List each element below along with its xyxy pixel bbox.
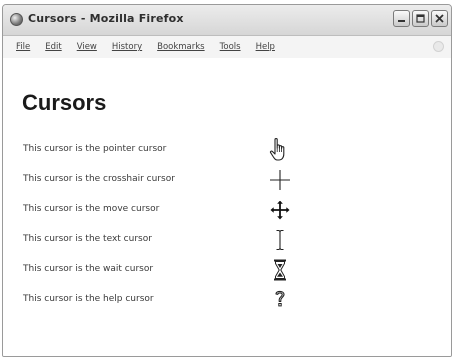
throbber-icon	[433, 41, 444, 52]
cursor-row-move: This cursor is the move cursor	[23, 199, 323, 221]
cursor-row-help: This cursor is the help cursor	[23, 290, 323, 311]
row-label: This cursor is the text cursor	[23, 234, 152, 244]
firefox-icon	[10, 13, 23, 26]
cursor-row-wait: This cursor is the wait cursor	[23, 259, 323, 281]
page-content: Cursors This cursor is the pointer curso…	[3, 58, 451, 356]
row-label: This cursor is the pointer cursor	[23, 144, 167, 154]
hourglass-icon	[268, 257, 292, 283]
menu-bar: File Edit View History Bookmarks Tools H…	[3, 36, 451, 59]
cursor-row-text: This cursor is the text cursor	[23, 229, 323, 251]
move-icon	[268, 197, 292, 223]
cursor-row-crosshair: This cursor is the crosshair cursor	[23, 170, 323, 191]
row-label: This cursor is the help cursor	[23, 294, 154, 304]
menu-help[interactable]: Help	[249, 40, 282, 54]
text-ibeam-icon	[268, 227, 292, 253]
title-bar[interactable]: Cursors - Mozilla Firefox	[3, 5, 451, 36]
row-label: This cursor is the wait cursor	[23, 264, 154, 274]
window-controls	[393, 10, 448, 27]
minimize-icon	[398, 20, 405, 22]
maximize-icon	[416, 14, 425, 23]
close-icon	[435, 14, 444, 23]
row-label: This cursor is the crosshair cursor	[23, 174, 175, 184]
minimize-button[interactable]	[393, 10, 410, 27]
page-title: Cursors	[22, 90, 107, 115]
window-title: Cursors - Mozilla Firefox	[28, 12, 184, 25]
menu-history[interactable]: History	[105, 40, 149, 54]
menu-file[interactable]: File	[9, 40, 37, 54]
browser-window: Cursors - Mozilla Firefox File Edit View…	[2, 4, 452, 357]
close-button[interactable]	[431, 10, 448, 27]
menu-bookmarks[interactable]: Bookmarks	[150, 40, 212, 54]
pointer-hand-icon	[268, 137, 292, 163]
cursor-row-pointer: This cursor is the pointer cursor	[23, 138, 323, 161]
menu-tools[interactable]: Tools	[213, 40, 248, 54]
menu-view[interactable]: View	[70, 40, 104, 54]
row-label: This cursor is the move cursor	[23, 204, 160, 214]
menu-edit[interactable]: Edit	[38, 40, 68, 54]
maximize-button[interactable]	[412, 10, 429, 27]
help-icon	[268, 287, 292, 313]
crosshair-icon	[268, 167, 292, 193]
